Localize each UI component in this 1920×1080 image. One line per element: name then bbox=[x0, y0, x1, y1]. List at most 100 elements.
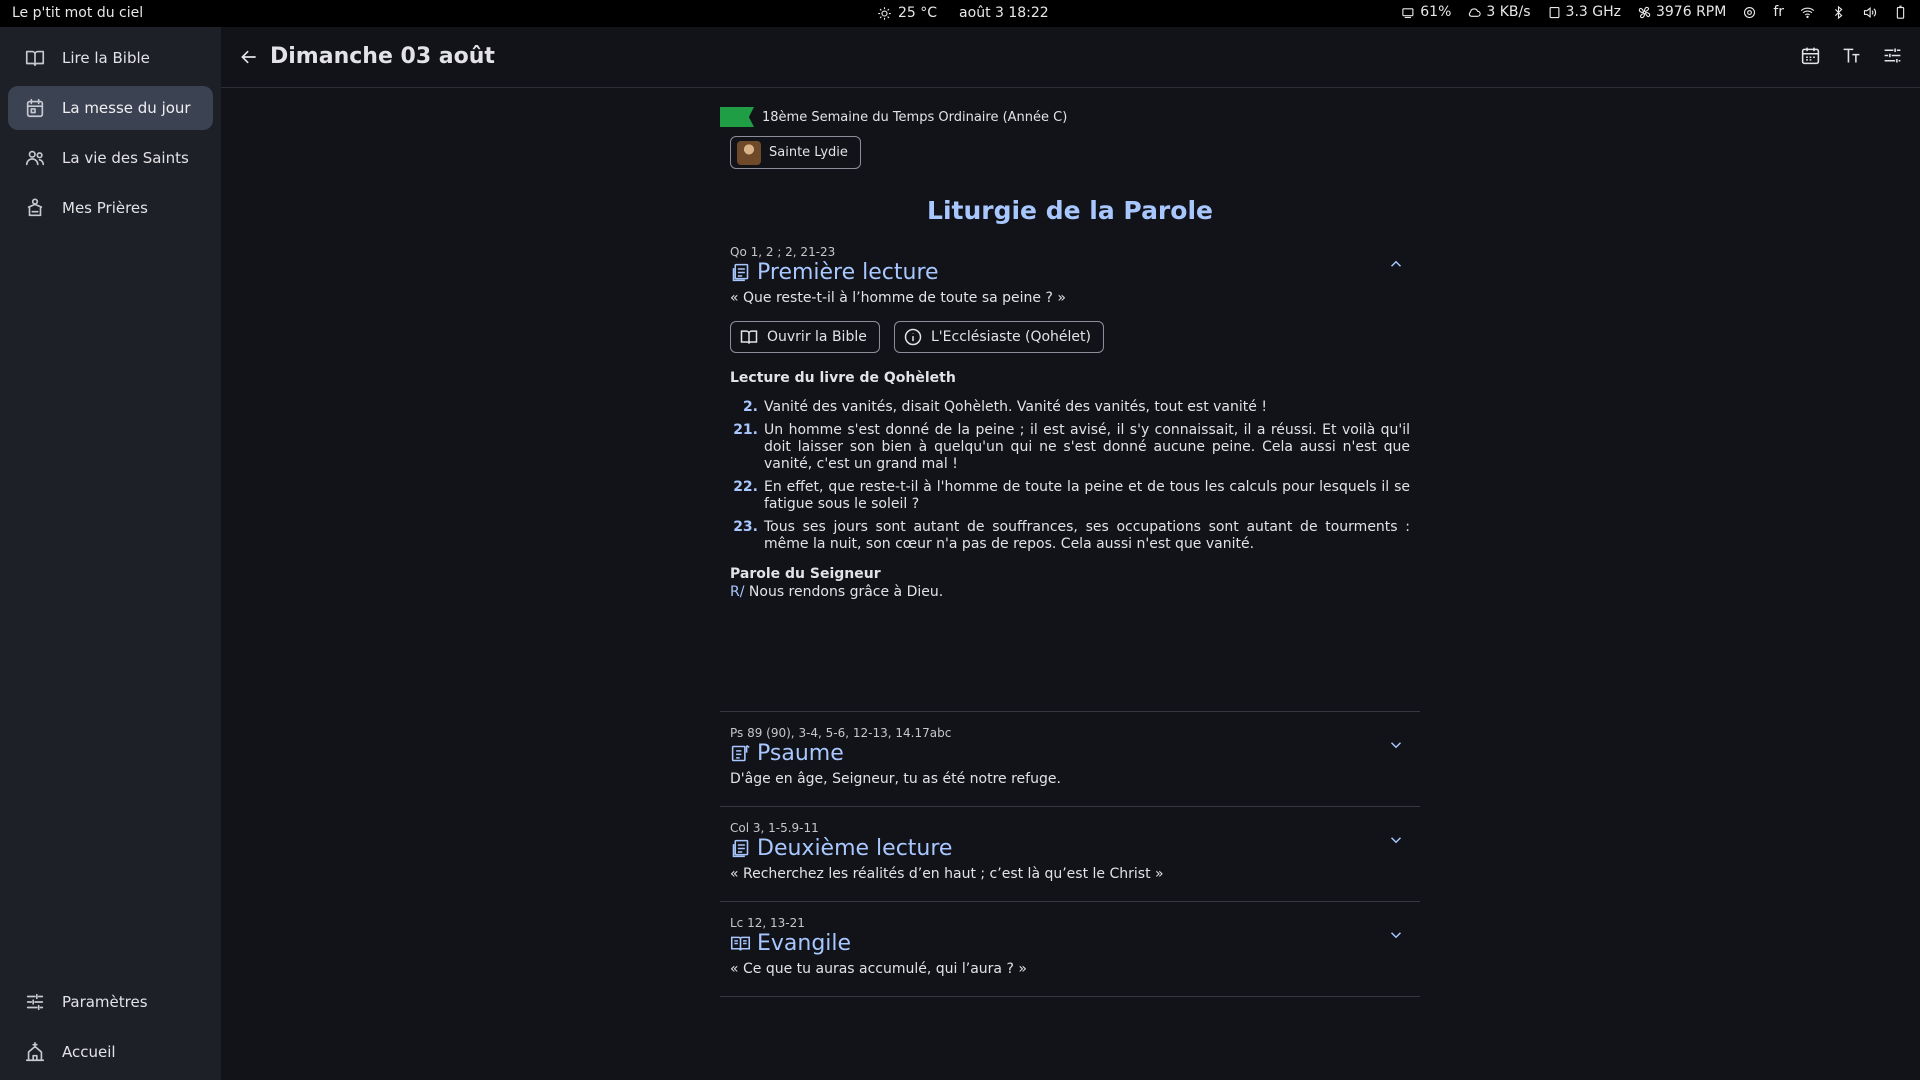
verse-number: 2. bbox=[742, 399, 758, 415]
privacy-indicator[interactable] bbox=[1742, 5, 1757, 20]
weather-indicator[interactable]: 25 °C bbox=[877, 5, 937, 21]
liturgical-color-flag bbox=[720, 107, 754, 127]
chevron-down-icon bbox=[1390, 837, 1402, 844]
sidebar: Lire la Bible La messe du jour La vie de… bbox=[0, 27, 221, 1080]
people-icon bbox=[25, 150, 45, 166]
fan-indicator[interactable]: 3976 RPM bbox=[1637, 4, 1726, 20]
expand-button[interactable] bbox=[1387, 831, 1407, 851]
prayer-icon bbox=[27, 198, 43, 217]
collapse-button[interactable] bbox=[1387, 255, 1407, 275]
week-label: 18ème Semaine du Temps Ordinaire (Année … bbox=[762, 109, 1068, 125]
sidebar-item-vie-des-saints[interactable]: La vie des Saints bbox=[8, 136, 213, 180]
chip-icon bbox=[1549, 6, 1559, 18]
reading-title: Evangile bbox=[757, 931, 852, 956]
network-indicator[interactable]: 3 KB/s bbox=[1467, 4, 1531, 20]
book-open-icon bbox=[740, 330, 758, 344]
sidebar-item-messe-du-jour[interactable]: La messe du jour bbox=[8, 86, 213, 130]
clock[interactable]: août 3 18:22 bbox=[959, 5, 1049, 21]
weather-temp: 25 °C bbox=[898, 5, 938, 21]
reading-subtitle: « Ce que tu auras accumulé, qui l’aura ?… bbox=[730, 961, 1027, 977]
arrow-left-icon bbox=[241, 50, 256, 64]
bluetooth-indicator[interactable] bbox=[1831, 5, 1846, 20]
cloud-icon bbox=[1469, 7, 1482, 17]
reading-title: Première lecture bbox=[757, 260, 939, 285]
calendar-button[interactable] bbox=[1799, 43, 1822, 67]
chevron-down-icon bbox=[1390, 932, 1402, 939]
sidebar-item-label: Mes Prières bbox=[62, 199, 148, 217]
document-icon bbox=[732, 263, 749, 282]
battery-icon bbox=[1896, 5, 1905, 19]
cpu-freq: 3.3 GHz bbox=[1565, 4, 1621, 20]
reading-premiere-lecture: Qo 1, 2 ; 2, 21-23 Première lecture « Qu… bbox=[720, 238, 1420, 712]
cpu-indicator[interactable]: 3.3 GHz bbox=[1547, 4, 1621, 20]
verse-number: 23. bbox=[733, 519, 758, 535]
battery-monitor-icon bbox=[1402, 7, 1414, 18]
battery-indicator[interactable] bbox=[1893, 5, 1908, 20]
app-name: Le p'tit mot du ciel bbox=[12, 5, 144, 21]
verse-text: Vanité des vanités, disait Qohèleth. Van… bbox=[764, 399, 1267, 415]
reading-psaume[interactable]: Ps 89 (90), 3-4, 5-6, 12-13, 14.17abc Ps… bbox=[720, 712, 1420, 807]
wifi-indicator[interactable] bbox=[1800, 5, 1815, 20]
calendar-icon bbox=[1801, 47, 1820, 64]
reading-evangile[interactable]: Lc 12, 13-21 Evangile « Ce que tu auras … bbox=[720, 902, 1420, 997]
verse: 2. Vanité des vanités, disait Qohèleth. … bbox=[730, 399, 1410, 416]
sidebar-item-label: Paramètres bbox=[62, 993, 148, 1011]
button-label: L'Ecclésiaste (Qohélet) bbox=[931, 329, 1091, 345]
keyboard-language[interactable]: fr bbox=[1773, 4, 1784, 20]
app-header: Dimanche 03 août bbox=[221, 27, 1920, 88]
response: R/ Nous rendons grâce à Dieu. bbox=[730, 584, 943, 600]
closing-acclamation: Parole du Seigneur bbox=[730, 566, 881, 582]
page-title: Dimanche 03 août bbox=[270, 44, 495, 69]
fan-icon bbox=[1638, 6, 1651, 18]
sidebar-item-lire-la-bible[interactable]: Lire la Bible bbox=[8, 36, 213, 80]
document-icon bbox=[732, 839, 749, 858]
reading-header[interactable]: Première lecture bbox=[730, 260, 939, 285]
verse-text: En effet, que reste-t-il à l'homme de to… bbox=[764, 479, 1410, 512]
back-button[interactable] bbox=[235, 43, 263, 71]
chevron-down-icon bbox=[1390, 742, 1402, 749]
display-settings-button[interactable] bbox=[1881, 43, 1904, 67]
verse-number: 22. bbox=[733, 479, 758, 495]
volume-indicator[interactable] bbox=[1862, 5, 1877, 20]
section-title: Liturgie de la Parole bbox=[927, 196, 1213, 225]
verse-text: Un homme s'est donné de la peine ; il es… bbox=[764, 422, 1410, 472]
volume-icon bbox=[1863, 6, 1877, 18]
sun-icon bbox=[878, 6, 891, 20]
text-size-button[interactable] bbox=[1840, 43, 1863, 67]
response-marker: R/ bbox=[730, 584, 745, 600]
sidebar-item-parametres[interactable]: Paramètres bbox=[8, 980, 213, 1024]
record-icon bbox=[1744, 6, 1756, 18]
expand-button[interactable] bbox=[1387, 736, 1407, 756]
sidebar-item-label: La vie des Saints bbox=[62, 149, 189, 167]
sidebar-item-mes-prieres[interactable]: Mes Prières bbox=[8, 186, 213, 230]
reading-title: Psaume bbox=[757, 741, 844, 766]
bluetooth-icon bbox=[1834, 5, 1843, 19]
sidebar-item-label: Lire la Bible bbox=[62, 49, 150, 67]
saint-avatar bbox=[737, 140, 761, 165]
reading-subtitle: D'âge en âge, Seigneur, tu as été notre … bbox=[730, 771, 1061, 787]
reading-header: Evangile bbox=[730, 931, 851, 956]
open-bible-button[interactable]: Ouvrir la Bible bbox=[730, 321, 880, 353]
fan-speed: 3976 RPM bbox=[1655, 4, 1727, 20]
reading-title: Deuxième lecture bbox=[757, 836, 953, 861]
sidebar-item-accueil[interactable]: Accueil bbox=[8, 1030, 213, 1074]
battery-saver-indicator[interactable]: 61% bbox=[1401, 4, 1451, 20]
verse-number: 21. bbox=[733, 422, 758, 438]
reading-header: Psaume bbox=[730, 741, 844, 766]
book-info-button[interactable]: L'Ecclésiaste (Qohélet) bbox=[894, 321, 1104, 353]
verse: 21. Un homme s'est donné de la peine ; i… bbox=[730, 422, 1410, 473]
gospel-book-icon bbox=[730, 936, 751, 951]
reading-reference: Qo 1, 2 ; 2, 21-23 bbox=[730, 245, 836, 259]
button-label: Ouvrir la Bible bbox=[767, 329, 867, 345]
liturgical-week: 18ème Semaine du Temps Ordinaire (Année … bbox=[720, 107, 1067, 127]
reading-deuxieme-lecture[interactable]: Col 3, 1-5.9-11 Deuxième lecture « Reche… bbox=[720, 807, 1420, 902]
text-size-icon bbox=[1843, 48, 1860, 62]
saint-chip[interactable]: Sainte Lydie bbox=[730, 136, 861, 169]
expand-button[interactable] bbox=[1387, 926, 1407, 946]
reading-reference: Ps 89 (90), 3-4, 5-6, 12-13, 14.17abc bbox=[730, 726, 952, 740]
verse-list: 2. Vanité des vanités, disait Qohèleth. … bbox=[730, 399, 1410, 559]
battery-saver-value: 61% bbox=[1420, 4, 1452, 20]
saint-name: Sainte Lydie bbox=[769, 145, 848, 160]
info-icon bbox=[904, 328, 922, 346]
chevron-up-icon bbox=[1390, 260, 1402, 267]
